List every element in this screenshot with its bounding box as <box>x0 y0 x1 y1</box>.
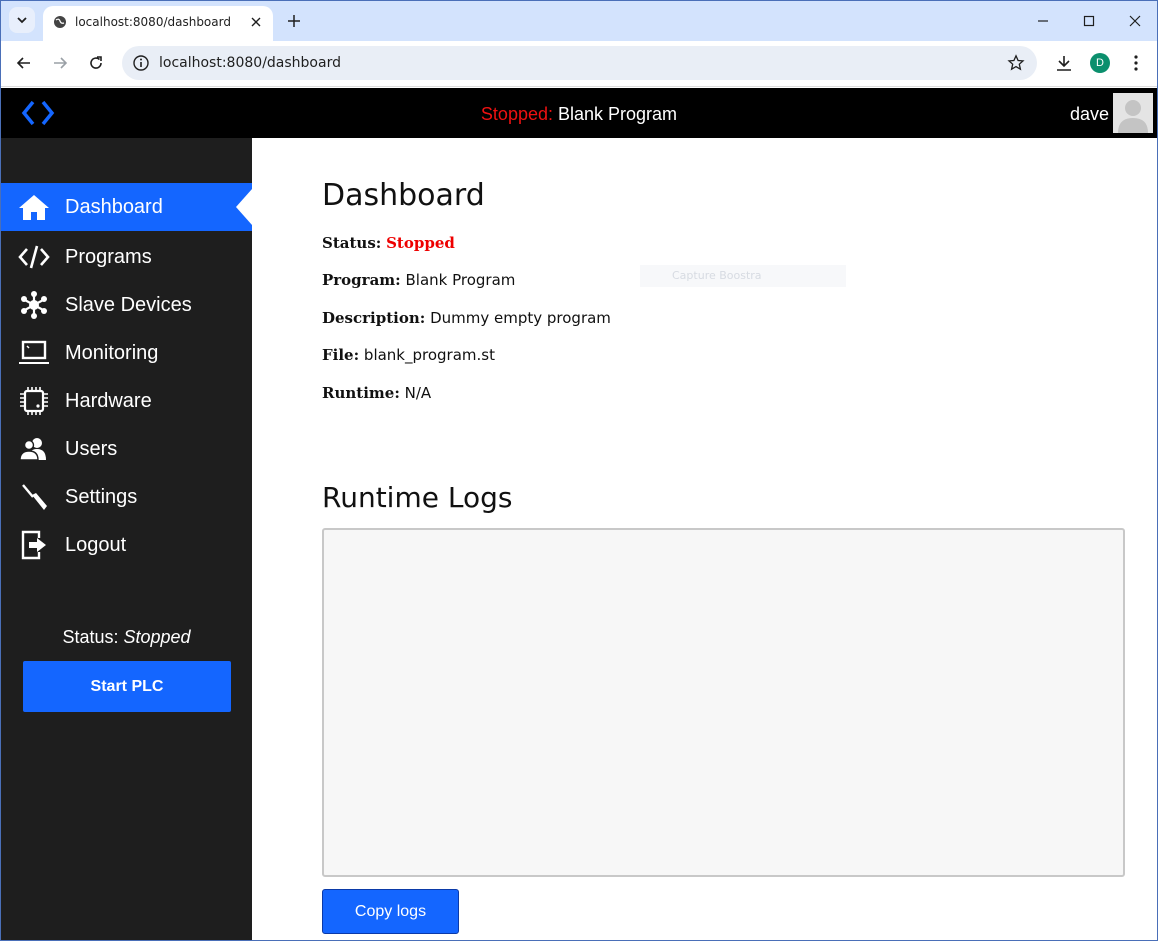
sidebar-status-value: Stopped <box>123 627 191 647</box>
sidebar-item-logout[interactable]: Logout <box>1 521 252 569</box>
network-icon <box>17 290 51 320</box>
sidebar-item-dashboard[interactable]: Dashboard <box>1 183 252 231</box>
url-text[interactable]: localhost:8080/dashboard <box>159 55 341 71</box>
sidebar-item-programs[interactable]: Programs <box>1 233 252 281</box>
description-value: Dummy empty program <box>430 309 611 327</box>
forward-button[interactable] <box>49 52 71 74</box>
sidebar-item-label: Slave Devices <box>65 294 192 316</box>
main-content: Dashboard Status: Stopped Program: Blank… <box>252 138 1157 940</box>
home-icon <box>17 192 51 222</box>
site-info-icon[interactable] <box>132 54 150 72</box>
sidebar-item-slave-devices[interactable]: Slave Devices <box>1 281 252 329</box>
star-icon[interactable] <box>1007 54 1025 72</box>
sidebar-status-label: Status: <box>62 627 119 647</box>
back-button[interactable] <box>13 52 35 74</box>
sidebar-item-settings[interactable]: Settings <box>1 473 252 521</box>
status-row: Status: Stopped <box>322 234 455 252</box>
sidebar-item-label: Dashboard <box>65 196 163 218</box>
app-header: Stopped: Blank Program dave <box>1 88 1157 138</box>
reload-icon <box>90 56 102 69</box>
browser-toolbar: localhost:8080/dashboard D <box>1 41 1157 87</box>
description-row: Description: Dummy empty program <box>322 309 611 327</box>
user-silhouette-icon <box>1113 93 1153 133</box>
sidebar-item-monitoring[interactable]: Monitoring <box>1 329 252 377</box>
maximize-button[interactable] <box>1078 10 1100 32</box>
program-row: Program: Blank Program <box>322 271 515 289</box>
header-program-name: Blank Program <box>558 104 678 124</box>
chip-icon <box>17 386 51 416</box>
tab-strip: localhost:8080/dashboard <box>1 1 1157 41</box>
sidebar: Dashboard Programs Slave Devices Monitor… <box>1 138 252 940</box>
header-status-word: Stopped: <box>480 104 553 124</box>
copy-logs-button[interactable]: Copy logs <box>322 889 459 934</box>
browser-window: localhost:8080/dashboard localhost:8080/… <box>0 0 1158 941</box>
description-label: Description: <box>322 309 426 327</box>
code-icon <box>17 242 51 272</box>
arrow-left-icon <box>16 57 30 69</box>
sidebar-item-label: Users <box>65 438 118 460</box>
sidebar-item-users[interactable]: Users <box>1 425 252 473</box>
more-vertical-icon <box>1134 55 1138 71</box>
profile-button[interactable]: D <box>1089 52 1111 74</box>
runtime-value: N/A <box>404 384 432 402</box>
sidebar-item-label: Programs <box>65 246 152 268</box>
minimize-icon <box>1038 20 1048 22</box>
downloads-button[interactable] <box>1053 52 1075 74</box>
file-value: blank_program.st <box>363 346 495 364</box>
arrow-right-icon <box>54 57 68 69</box>
sidebar-plc-status: Status: Stopped <box>1 627 252 648</box>
runtime-row: Runtime: N/A <box>322 384 431 402</box>
close-window-button[interactable] <box>1124 10 1146 32</box>
tab-search-button[interactable] <box>9 7 35 33</box>
runtime-logs-title: Runtime Logs <box>322 481 513 514</box>
file-label: File: <box>322 346 360 364</box>
sidebar-item-label: Settings <box>65 486 138 508</box>
minimize-button[interactable] <box>1032 10 1054 32</box>
new-tab-button[interactable] <box>284 11 304 31</box>
users-icon <box>17 434 51 464</box>
profile-avatar: D <box>1090 53 1110 73</box>
browser-tab[interactable]: localhost:8080/dashboard <box>43 6 273 41</box>
plus-icon <box>288 15 300 27</box>
maximize-icon <box>1083 15 1095 27</box>
sidebar-item-label: Logout <box>65 534 127 556</box>
address-bar[interactable]: localhost:8080/dashboard <box>122 46 1037 80</box>
header-program-status: Stopped: Blank Program <box>1 104 1157 125</box>
program-value: Blank Program <box>405 271 516 289</box>
globe-icon <box>54 16 66 28</box>
close-icon <box>251 17 261 27</box>
tab-title: localhost:8080/dashboard <box>75 15 231 29</box>
ghost-overlay: Capture Boostra <box>640 265 846 287</box>
sidebar-item-label: Hardware <box>65 390 152 412</box>
program-label: Program: <box>322 271 401 289</box>
user-avatar[interactable] <box>1113 93 1153 133</box>
chevron-down-icon <box>17 17 27 24</box>
browser-menu-button[interactable] <box>1125 52 1147 74</box>
download-icon <box>1057 56 1071 71</box>
close-icon <box>1129 15 1141 27</box>
runtime-logs-textarea[interactable] <box>322 528 1125 877</box>
header-username[interactable]: dave <box>1070 104 1109 125</box>
screwdriver-icon <box>17 482 51 512</box>
page-title: Dashboard <box>322 178 485 213</box>
status-label: Status: <box>322 234 382 252</box>
sidebar-item-hardware[interactable]: Hardware <box>1 377 252 425</box>
runtime-label: Runtime: <box>322 384 400 402</box>
sidebar-item-label: Monitoring <box>65 342 159 364</box>
logout-icon <box>17 530 51 560</box>
tab-close-button[interactable] <box>247 13 265 31</box>
start-plc-button[interactable]: Start PLC <box>23 661 231 712</box>
file-row: File: blank_program.st <box>322 346 495 364</box>
status-value: Stopped <box>386 234 455 252</box>
reload-button[interactable] <box>85 52 107 74</box>
laptop-icon <box>17 338 51 368</box>
